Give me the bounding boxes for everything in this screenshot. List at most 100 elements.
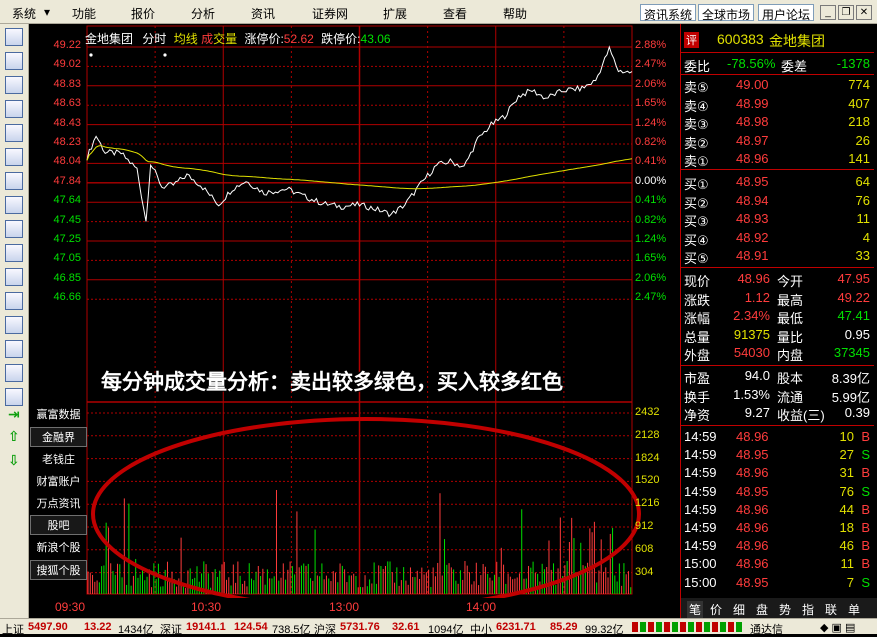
intraday-chart[interactable]: 金地集团 分时 均线 成交量 涨停价:52.62 跌停价:43.06 49.22…	[29, 24, 680, 614]
trade-volume: 27	[839, 447, 854, 463]
close-icon[interactable]: ✕	[856, 5, 872, 20]
menu-securities-net[interactable]: 证券网	[312, 5, 348, 22]
ask-price[interactable]: 48.97	[736, 133, 769, 148]
link-jrj[interactable]: 金融界	[30, 427, 87, 447]
tab-single[interactable]: 单	[848, 601, 860, 618]
bid-price[interactable]: 48.95	[736, 174, 769, 189]
link-yingfu-data[interactable]: 赢富数据	[30, 405, 87, 425]
bid-price[interactable]: 48.91	[736, 248, 769, 263]
minimize-icon[interactable]: _	[820, 5, 836, 20]
sz-amount: 738.5亿	[272, 624, 311, 636]
divider	[681, 267, 874, 268]
fundamental-label: 换手	[684, 389, 711, 405]
restore-icon[interactable]: ❐	[838, 5, 854, 20]
document-icon[interactable]	[5, 148, 23, 166]
tab-book[interactable]: 盘	[756, 601, 768, 618]
stat-label: 涨跌	[684, 292, 711, 308]
analysis-icon[interactable]	[5, 364, 23, 382]
bid-price[interactable]: 48.93	[736, 211, 769, 226]
tab-related[interactable]: 联	[825, 601, 837, 618]
trade-row: 15:00 48.95 7 S	[681, 574, 874, 592]
menu-view[interactable]: 查看	[443, 5, 467, 22]
link-laoqianzhuang[interactable]: 老钱庄	[30, 450, 87, 470]
limit-up-label: 涨停价:	[244, 32, 284, 46]
event-marker	[163, 53, 167, 57]
globe-icon[interactable]	[5, 244, 23, 262]
table-icon[interactable]	[5, 52, 23, 70]
tab-index[interactable]: 指	[802, 601, 814, 618]
link-wealth-account[interactable]: 财富账户	[30, 472, 87, 492]
ask-volume: 141	[848, 151, 870, 167]
hs-label: 沪深	[314, 624, 336, 636]
bid-label: 买①	[684, 177, 709, 192]
arrow-up-icon[interactable]: ⇧	[8, 428, 20, 445]
bid-row: 买⑤ 48.91 33	[681, 247, 874, 267]
limit-up-value: 52.62	[283, 32, 314, 46]
user-forum-button[interactable]: 用户论坛	[758, 4, 815, 22]
news-icon[interactable]	[5, 172, 23, 190]
chart-mode-label[interactable]: 分时	[142, 32, 166, 46]
tab-trades[interactable]: 笔	[687, 601, 704, 618]
weibi-value: -78.56%	[727, 56, 776, 71]
report-icon[interactable]	[5, 124, 23, 142]
chart-stock-name: 金地集团	[85, 32, 134, 46]
link-guba[interactable]: 股吧	[30, 515, 87, 535]
trade-time: 14:59	[684, 538, 717, 554]
market-icon[interactable]	[5, 196, 23, 214]
status-icons: ◆ ▣ ▤	[820, 622, 856, 634]
wave-icon[interactable]	[5, 316, 23, 334]
ask-price[interactable]: 48.98	[736, 114, 769, 129]
trend-icon[interactable]	[5, 340, 23, 358]
time-label-1030: 10:30	[191, 600, 222, 614]
tab-price[interactable]: 价	[710, 601, 722, 618]
zx-amount: 99.32亿	[585, 624, 624, 636]
trade-row: 14:59 48.96 44 B	[681, 501, 874, 519]
stat-row: 现价 48.96 今开 47.95	[681, 270, 874, 289]
ask-price[interactable]: 48.96	[736, 151, 769, 166]
ask-volume: 774	[848, 77, 870, 92]
bid-row: 买① 48.95 64	[681, 173, 874, 192]
price-tick: 48.23	[53, 136, 81, 148]
ask-volume: 407	[848, 95, 870, 111]
trade-volume: 46	[839, 538, 854, 554]
rating-badge[interactable]: 评	[684, 32, 699, 48]
bid-label: 买⑤	[684, 251, 709, 267]
bid-label: 买④	[684, 232, 709, 248]
menu-extend[interactable]: 扩展	[383, 5, 407, 22]
tab-detail[interactable]: 细	[733, 601, 745, 618]
global-market-button[interactable]: 全球市场	[698, 4, 755, 22]
bid-price[interactable]: 48.94	[736, 193, 769, 208]
link-wandian-news[interactable]: 万点资讯	[30, 494, 87, 514]
ask-price[interactable]: 48.99	[736, 96, 769, 111]
volume-label-red: 成	[201, 32, 214, 46]
link-sohu-stock[interactable]: 搜狐个股	[30, 560, 87, 580]
stat-value: 47.95	[837, 271, 870, 286]
menu-analysis[interactable]: 分析	[191, 5, 215, 22]
data-icon[interactable]	[5, 268, 23, 286]
menu-news[interactable]: 资讯	[251, 5, 275, 22]
trade-side: B	[861, 501, 870, 517]
candle-chart-icon[interactable]	[5, 100, 23, 118]
connection-status[interactable]: 通达信	[750, 621, 783, 637]
link-sina-stock[interactable]: 新浪个股	[30, 538, 87, 558]
percent-icon[interactable]	[5, 388, 23, 406]
arrow-down-icon[interactable]: ⇩	[8, 452, 20, 469]
divider	[681, 52, 874, 53]
bid-volume: 33	[855, 248, 870, 264]
news-system-button[interactable]: 资讯系统	[640, 4, 697, 22]
sh-change: 13.22	[84, 621, 112, 633]
menu-system[interactable]: 系统	[12, 5, 36, 22]
tab-trend[interactable]: 势	[779, 601, 791, 618]
quote-list-icon[interactable]	[5, 28, 23, 46]
users-icon[interactable]	[5, 220, 23, 238]
bid-price[interactable]: 48.92	[736, 230, 769, 245]
line-chart-icon[interactable]	[5, 76, 23, 94]
trade-price: 48.96	[736, 520, 769, 535]
menu-quote[interactable]: 报价	[131, 5, 155, 22]
menu-help[interactable]: 帮助	[503, 5, 527, 22]
price-tick: 46.66	[53, 291, 81, 304]
ask-price[interactable]: 49.00	[736, 77, 769, 92]
etf-icon[interactable]	[5, 292, 23, 310]
enter-icon[interactable]: ⇥	[8, 406, 20, 423]
menu-function[interactable]: 功能	[72, 5, 96, 22]
